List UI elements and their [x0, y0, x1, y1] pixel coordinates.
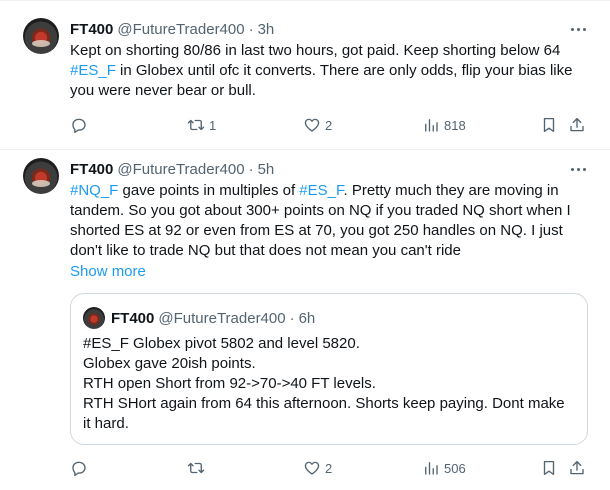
share-button[interactable] [568, 457, 586, 479]
hashtag-link[interactable]: #ES_F [299, 182, 343, 199]
text-segment: gave points in multiples of [118, 182, 300, 199]
reply-icon [72, 461, 86, 477]
bookmark-button[interactable] [540, 114, 558, 136]
quote-line: Globex gave 20ish points. [83, 355, 256, 372]
tweet[interactable]: FT400 @FutureTrader400 · 5h #NQ_F gave p… [0, 150, 610, 490]
timestamp[interactable]: 3h [258, 21, 275, 38]
quote-avatar [83, 307, 105, 329]
reply-icon [72, 118, 86, 134]
quote-line: RTH SHort again from 64 this afternoon. … [83, 395, 565, 432]
more-icon[interactable] [564, 18, 592, 40]
separator-dot: · [248, 20, 254, 38]
more-icon[interactable] [564, 158, 592, 180]
retweet-icon [187, 119, 205, 131]
timestamp[interactable]: 5h [258, 161, 275, 178]
quote-text: #ES_F Globex pivot 5802 and level 5820. … [83, 334, 575, 434]
quoted-tweet[interactable]: FT400 @FutureTrader400 · 6h #ES_F Globex… [70, 293, 588, 445]
like-button[interactable]: 2 [303, 457, 332, 479]
quote-line: RTH open Short from 92->70->40 FT levels… [83, 375, 376, 392]
retweet-icon [187, 462, 205, 474]
views-count: 506 [444, 460, 466, 476]
bookmark-icon [543, 460, 555, 476]
reply-button[interactable] [70, 114, 92, 136]
share-icon [570, 460, 584, 475]
hashtag-link[interactable]: #NQ_F [70, 182, 118, 199]
author-name[interactable]: FT400 [70, 21, 113, 38]
avatar[interactable] [23, 18, 59, 54]
tweet-text: Kept on shorting 80/86 in last two hours… [70, 41, 592, 101]
quote-author-handle: @FutureTrader400 [158, 309, 286, 327]
avatar[interactable] [23, 158, 59, 194]
retweet-button[interactable] [187, 457, 209, 479]
share-button[interactable] [568, 114, 586, 136]
reply-button[interactable] [70, 457, 92, 479]
like-count: 2 [325, 460, 333, 476]
like-button[interactable]: 2 [303, 114, 332, 136]
tweet-body: FT400 @FutureTrader400 · 3h Kept on shor… [70, 18, 592, 101]
bookmark-button[interactable] [540, 457, 558, 479]
action-bar: 1 2 818 [70, 114, 590, 136]
bookmark-icon [543, 117, 555, 133]
tweet-text: #NQ_F gave points in multiples of #ES_F.… [70, 181, 592, 261]
action-bar: 2 506 [70, 457, 590, 479]
quote-header: FT400 @FutureTrader400 · 6h [111, 307, 315, 329]
like-count: 2 [325, 117, 333, 133]
author-name[interactable]: FT400 [70, 161, 113, 178]
separator-dot: · [248, 160, 254, 178]
views-icon [425, 462, 438, 475]
views-icon [425, 119, 438, 132]
views-button[interactable]: 506 [422, 457, 466, 479]
tweet[interactable]: FT400 @FutureTrader400 · 3h Kept on shor… [0, 0, 610, 150]
heart-icon [304, 461, 320, 475]
author-handle[interactable]: @FutureTrader400 [117, 21, 244, 38]
tweet-body: FT400 @FutureTrader400 · 5h #NQ_F gave p… [70, 158, 592, 282]
views-button[interactable]: 818 [422, 114, 466, 136]
quote-timestamp: 6h [298, 309, 316, 327]
text-segment: Kept on shorting 80/86 in last two hours… [70, 42, 561, 59]
heart-icon [304, 118, 320, 132]
quote-line: #ES_F Globex pivot 5802 and level 5820. [83, 335, 360, 352]
retweet-count: 1 [209, 117, 217, 133]
tweet-header: FT400 @FutureTrader400 · 3h [70, 18, 592, 40]
text-segment: in Globex until ofc it converts. There a… [70, 62, 573, 99]
retweet-button[interactable]: 1 [187, 114, 216, 136]
views-count: 818 [444, 117, 466, 133]
tweet-header: FT400 @FutureTrader400 · 5h [70, 158, 592, 180]
separator-dot: · [289, 309, 295, 327]
hashtag-link[interactable]: #ES_F [70, 62, 116, 79]
show-more-link[interactable]: Show more [70, 262, 146, 282]
quote-author-name: FT400 [111, 309, 155, 327]
share-icon [570, 117, 584, 132]
author-handle[interactable]: @FutureTrader400 [117, 161, 244, 178]
